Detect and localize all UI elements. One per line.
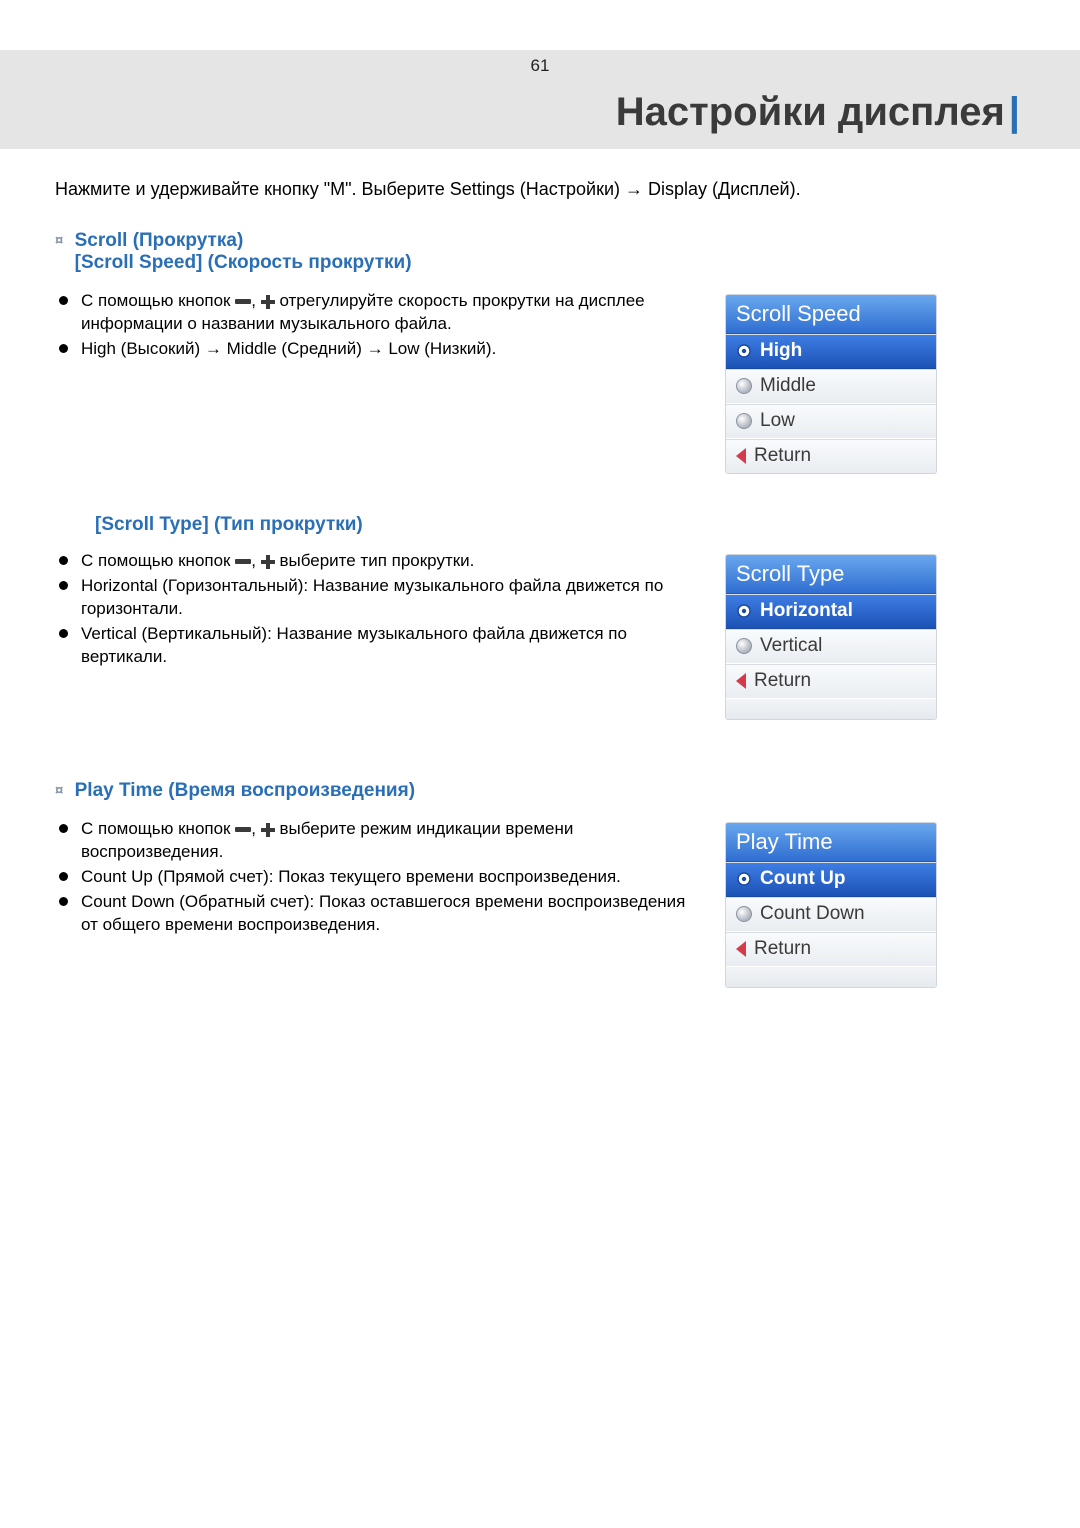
- panel-item-return-label: Return: [754, 938, 811, 960]
- gear-icon: [736, 871, 752, 887]
- panel-item-low-label: Low: [760, 410, 795, 432]
- section-scroll: ¤ Scroll (Прокрутка) ¤ [Scroll Speed] (С…: [55, 230, 1020, 720]
- radio-icon: [736, 638, 752, 654]
- play-time-bullet-3: Count Down (Обратный счет): Показ оставш…: [55, 891, 695, 937]
- panel-item-vertical-label: Vertical: [760, 635, 822, 657]
- marker-icon: ¤: [55, 782, 63, 799]
- panel-item-return[interactable]: Return: [726, 439, 936, 473]
- panel-play-time: Play Time Count Up Count Down: [725, 822, 937, 988]
- scroll-text-block: С помощью кнопок , отрегулируйте скорост…: [55, 290, 695, 363]
- scroll-type-bullet-1: С помощью кнопок , выберите тип прокрутк…: [55, 550, 695, 573]
- st-b1-post: выберите тип прокрутки.: [279, 551, 474, 570]
- panel-item-high-label: High: [760, 340, 802, 362]
- scroll-bullet-1: С помощью кнопок , отрегулируйте скорост…: [55, 290, 695, 336]
- return-icon: [736, 673, 746, 689]
- intro-text: Нажмите и удерживайте кнопку "M". Выбери…: [55, 179, 1020, 200]
- panel-item-return-label: Return: [754, 445, 811, 467]
- panel-scroll-speed-title: Scroll Speed: [726, 295, 936, 334]
- panel-item-count-up-label: Count Up: [760, 868, 845, 890]
- panel-scroll-speed: Scroll Speed High Middle: [725, 294, 937, 474]
- page: 61 Настройки дисплея| Нажмите и удержива…: [0, 0, 1080, 1528]
- page-title: Настройки дисплея: [616, 90, 1005, 134]
- play-time-bullet-1: С помощью кнопок , выберите режим индика…: [55, 818, 695, 864]
- return-icon: [736, 448, 746, 464]
- panel-scroll-type: Scroll Type Horizontal Vertical: [725, 554, 937, 720]
- scroll-b2-post: Low (Низкий).: [388, 339, 496, 358]
- page-title-bar: Настройки дисплея|: [0, 82, 1080, 149]
- page-number: 61: [0, 50, 1080, 82]
- plus-icon: [261, 823, 275, 837]
- panel-play-time-title: Play Time: [726, 823, 936, 862]
- panel-scroll-type-title: Scroll Type: [726, 555, 936, 594]
- panel-item-return[interactable]: Return: [726, 932, 936, 967]
- top-spacer: [0, 0, 1080, 50]
- panel-item-horizontal-label: Horizontal: [760, 600, 853, 622]
- panel-item-return-label: Return: [754, 670, 811, 692]
- scroll-b2-mid: Middle (Средний): [227, 339, 362, 358]
- scroll-b2-pre: High (Высокий): [81, 339, 200, 358]
- arrow-icon: →: [625, 179, 643, 199]
- heading-scroll-line2: [Scroll Speed] (Скорость прокрутки): [75, 252, 412, 273]
- panel-item-high[interactable]: High: [726, 334, 936, 369]
- section-heading-scroll: ¤ Scroll (Прокрутка) ¤ [Scroll Speed] (С…: [55, 230, 1020, 274]
- section-play-time: ¤ Play Time (Время воспроизведения) С по…: [55, 780, 1020, 988]
- st-b1-mid: ,: [251, 551, 256, 570]
- panel-item-middle[interactable]: Middle: [726, 369, 936, 404]
- minus-icon: [235, 827, 251, 832]
- minus-icon: [235, 299, 251, 304]
- panel-item-vertical[interactable]: Vertical: [726, 629, 936, 664]
- panel-item-horizontal[interactable]: Horizontal: [726, 594, 936, 629]
- intro-suffix: Display (Дисплей).: [648, 179, 801, 199]
- arrow-icon: →: [367, 339, 384, 358]
- minus-icon: [235, 559, 251, 564]
- content: Нажмите и удерживайте кнопку "M". Выбери…: [0, 149, 1080, 988]
- panel-item-return[interactable]: Return: [726, 664, 936, 699]
- title-cursor: |: [1009, 90, 1020, 134]
- panel-item-low[interactable]: Low: [726, 404, 936, 439]
- radio-icon: [736, 906, 752, 922]
- play-time-text-block: С помощью кнопок , выберите режим индика…: [55, 818, 695, 939]
- radio-icon: [736, 378, 752, 394]
- scroll-type-bullet-2: Horizontal (Горизонтальный): Название му…: [55, 575, 695, 621]
- st-b1-pre: С помощью кнопок: [81, 551, 231, 570]
- scroll-bullet-2: High (Высокий) → Middle (Средний) → Low …: [55, 338, 695, 361]
- panel-item-count-down[interactable]: Count Down: [726, 897, 936, 932]
- panel-gap: [726, 699, 936, 719]
- marker-icon: ¤: [55, 232, 63, 249]
- arrow-icon: →: [205, 339, 222, 358]
- heading-scroll-type: [Scroll Type] (Тип прокрутки): [55, 514, 1020, 536]
- scroll-b1-mid: ,: [251, 291, 256, 310]
- return-icon: [736, 941, 746, 957]
- pt-b1-pre: С помощью кнопок: [81, 819, 231, 838]
- play-time-bullet-2: Count Up (Прямой счет): Показ текущего в…: [55, 866, 695, 889]
- scroll-type-bullet-3: Vertical (Вертикальный): Название музыка…: [55, 623, 695, 669]
- heading-play-time: Play Time (Время воспроизведения): [75, 780, 415, 801]
- scroll-b1-pre: С помощью кнопок: [81, 291, 231, 310]
- gear-icon: [736, 603, 752, 619]
- plus-icon: [261, 555, 275, 569]
- heading-scroll-line1: Scroll (Прокрутка): [75, 230, 244, 251]
- section-heading-play-time: ¤ Play Time (Время воспроизведения): [55, 780, 1020, 802]
- pt-b1-mid: ,: [251, 819, 256, 838]
- radio-icon: [736, 413, 752, 429]
- panel-item-middle-label: Middle: [760, 375, 816, 397]
- panel-item-count-up[interactable]: Count Up: [726, 862, 936, 897]
- gear-icon: [736, 343, 752, 359]
- plus-icon: [261, 295, 275, 309]
- panel-gap: [726, 967, 936, 987]
- panel-item-count-down-label: Count Down: [760, 903, 865, 925]
- scroll-type-text-block: С помощью кнопок , выберите тип прокрутк…: [55, 550, 695, 671]
- intro-prefix: Нажмите и удерживайте кнопку "M". Выбери…: [55, 179, 620, 199]
